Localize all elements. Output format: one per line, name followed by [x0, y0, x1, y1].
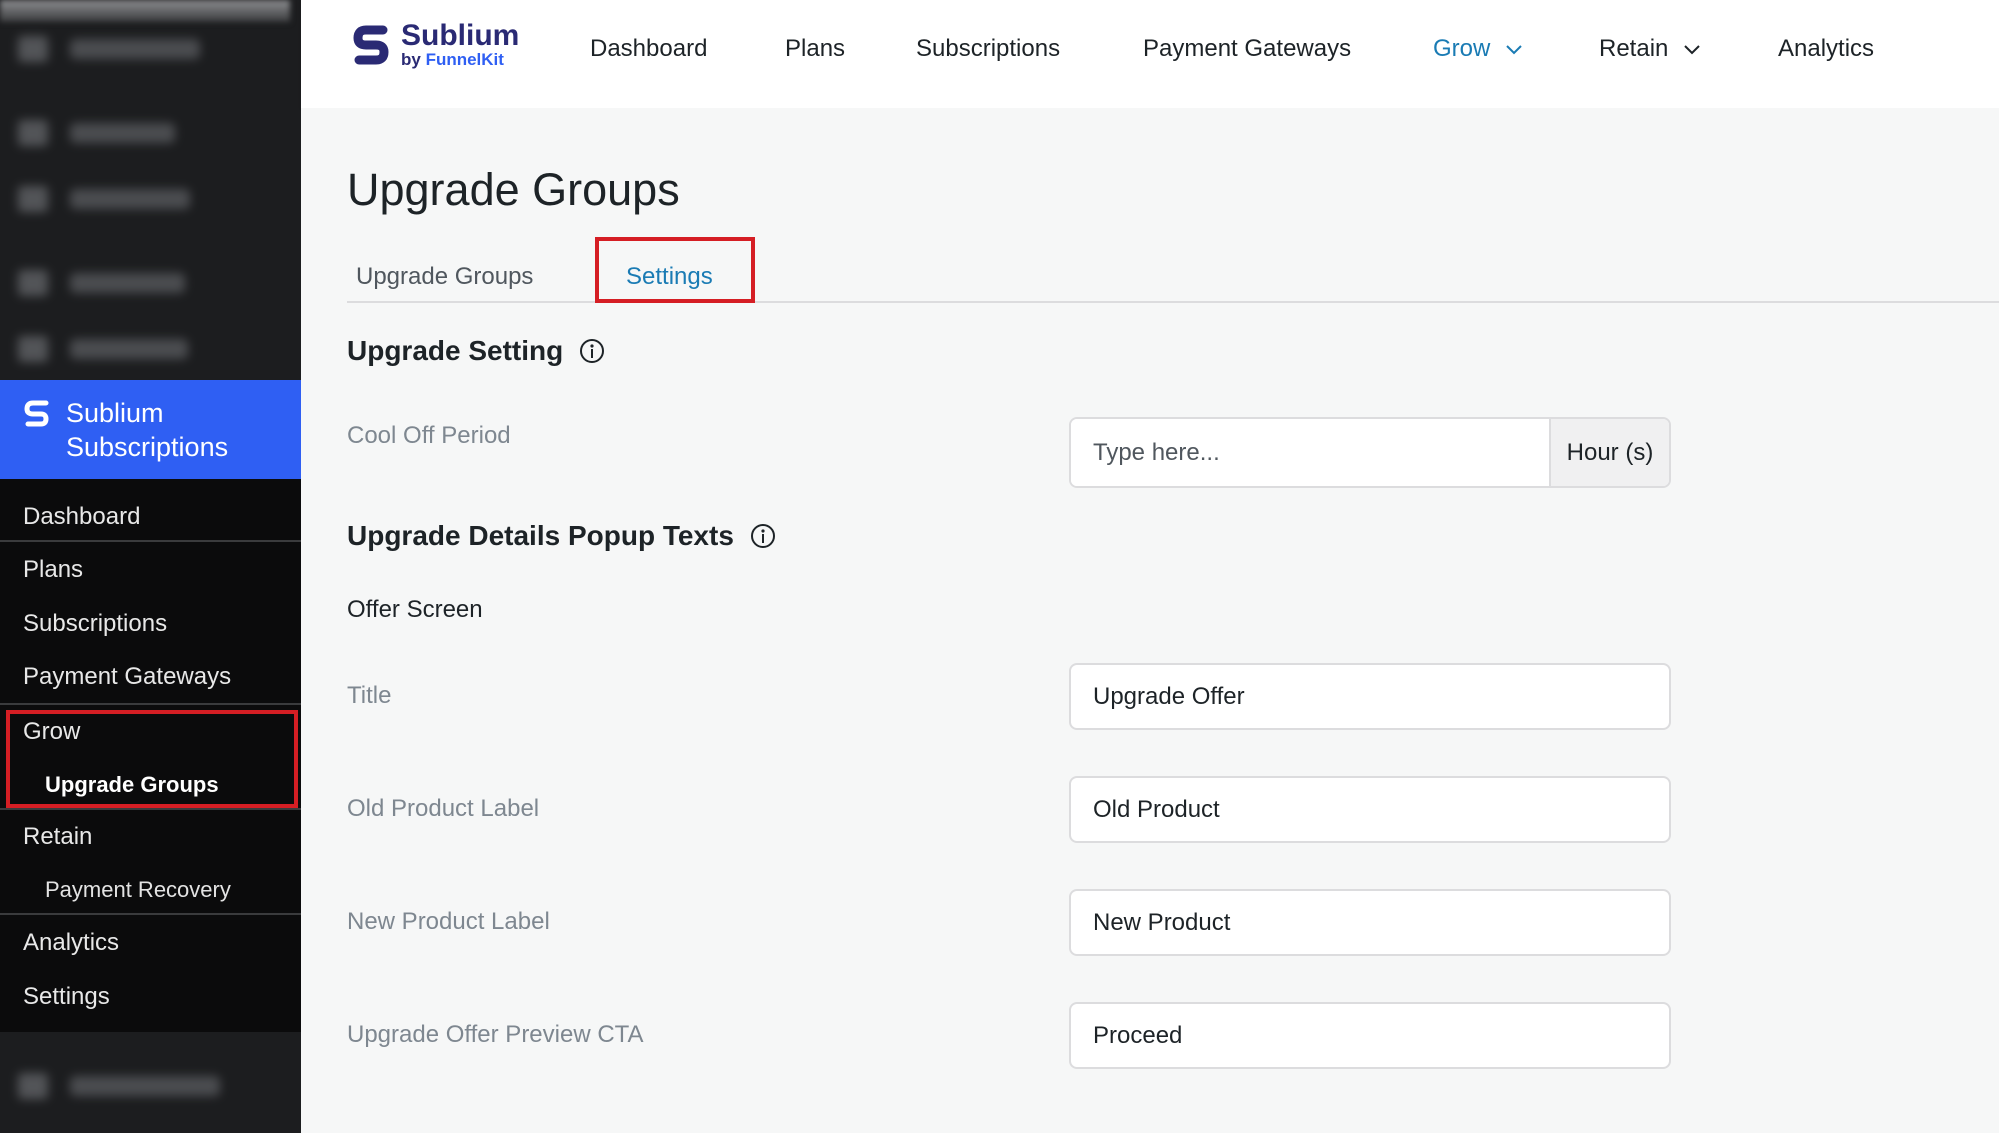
nav-grow-label: Grow — [1433, 35, 1491, 62]
cool-off-period-label: Cool Off Period — [347, 422, 511, 449]
nav-grow[interactable]: Grow — [1433, 35, 1524, 63]
new-product-label-input[interactable]: New Product — [1069, 889, 1671, 956]
nav-analytics[interactable]: Analytics — [1778, 35, 1874, 63]
logo-name: Sublium — [401, 19, 520, 52]
sidebar-divider — [0, 703, 301, 705]
sidebar-blurred-item — [18, 186, 190, 212]
sidebar-blurred-item — [18, 120, 175, 146]
sidebar-item-payment-recovery[interactable]: Payment Recovery — [45, 877, 231, 903]
offer-screen-subheading: Offer Screen — [347, 596, 483, 623]
upgrade-setting-heading-text: Upgrade Setting — [347, 335, 564, 366]
sidebar-item-plans[interactable]: Plans — [23, 556, 83, 584]
sidebar-blurred-item — [18, 1073, 220, 1099]
hour-unit-suffix: Hour (s) — [1549, 419, 1669, 486]
nav-retain-label: Retain — [1599, 35, 1669, 62]
old-product-label-input[interactable]: Old Product — [1069, 776, 1671, 843]
sidebar-brand-label: Sublium Subscriptions — [66, 396, 228, 464]
page-title: Upgrade Groups — [347, 164, 680, 215]
main-content: Upgrade Groups Upgrade Groups Settings U… — [301, 108, 1999, 1133]
top-navigation: Sublium by FunnelKit Dashboard Plans Sub… — [301, 0, 1999, 108]
nav-subscriptions-label: Subscriptions — [916, 35, 1061, 62]
brand-line-1: Sublium — [66, 398, 164, 428]
logo-by-brand: FunnelKit — [425, 50, 504, 69]
sublium-logo-icon — [24, 400, 49, 427]
nav-plans-label: Plans — [785, 35, 846, 62]
nav-payment-gateways-label: Payment Gateways — [1143, 35, 1352, 62]
nav-analytics-label: Analytics — [1778, 35, 1875, 62]
popup-texts-heading: Upgrade Details Popup Texts — [347, 520, 776, 552]
nav-subscriptions[interactable]: Subscriptions — [916, 35, 1060, 63]
nav-payment-gateways[interactable]: Payment Gateways — [1143, 35, 1351, 63]
nav-dashboard-label: Dashboard — [590, 35, 708, 62]
popup-texts-heading-text: Upgrade Details Popup Texts — [347, 520, 734, 551]
sidebar-divider — [0, 540, 301, 542]
sidebar-blurred-topbar — [0, 0, 290, 22]
sidebar-item-dashboard[interactable]: Dashboard — [23, 503, 140, 531]
sidebar-blurred-item — [18, 336, 188, 362]
tab-upgrade-groups[interactable]: Upgrade Groups — [356, 263, 533, 291]
sublium-funnelkit-logo[interactable]: Sublium by FunnelKit — [351, 20, 519, 70]
sidebar-brand-item[interactable]: Sublium Subscriptions — [0, 380, 301, 479]
grow-highlight-box — [6, 710, 298, 808]
logo-byline: by FunnelKit — [401, 51, 519, 69]
sublium-logo-icon — [353, 25, 389, 65]
nav-dashboard[interactable]: Dashboard — [590, 35, 707, 63]
sidebar-divider — [0, 808, 301, 810]
title-label: Title — [347, 682, 392, 709]
cool-off-period-field: Hour (s) — [1069, 417, 1671, 488]
upgrade-offer-preview-cta-input[interactable]: Proceed — [1069, 1002, 1671, 1069]
cool-off-period-input[interactable] — [1071, 419, 1549, 486]
sidebar-item-payment-gateways[interactable]: Payment Gateways — [23, 663, 231, 691]
admin-sidebar: Sublium Subscriptions Dashboard Plans Su… — [0, 0, 301, 1133]
nav-plans[interactable]: Plans — [785, 35, 845, 63]
info-icon[interactable] — [750, 523, 776, 549]
old-product-label-label: Old Product Label — [347, 795, 540, 822]
sidebar-item-analytics[interactable]: Analytics — [23, 929, 119, 957]
sidebar-blurred-item — [18, 36, 200, 62]
upgrade-offer-preview-cta-label: Upgrade Offer Preview CTA — [347, 1021, 644, 1048]
new-product-label-label: New Product Label — [347, 908, 550, 935]
sidebar-blurred-item — [18, 270, 185, 296]
chevron-down-icon — [1506, 45, 1523, 55]
nav-retain[interactable]: Retain — [1599, 35, 1702, 63]
sidebar-item-settings[interactable]: Settings — [23, 983, 110, 1011]
sidebar-item-retain[interactable]: Retain — [23, 823, 92, 851]
upgrade-setting-heading: Upgrade Setting — [347, 335, 605, 367]
logo-by-prefix: by — [401, 50, 426, 69]
sidebar-divider — [0, 913, 301, 915]
info-icon[interactable] — [579, 338, 605, 364]
brand-line-2: Subscriptions — [66, 432, 229, 462]
chevron-down-icon — [1684, 45, 1701, 55]
tab-settings[interactable]: Settings — [626, 263, 713, 291]
sidebar-item-subscriptions[interactable]: Subscriptions — [23, 610, 167, 638]
title-input[interactable]: Upgrade Offer — [1069, 663, 1671, 730]
